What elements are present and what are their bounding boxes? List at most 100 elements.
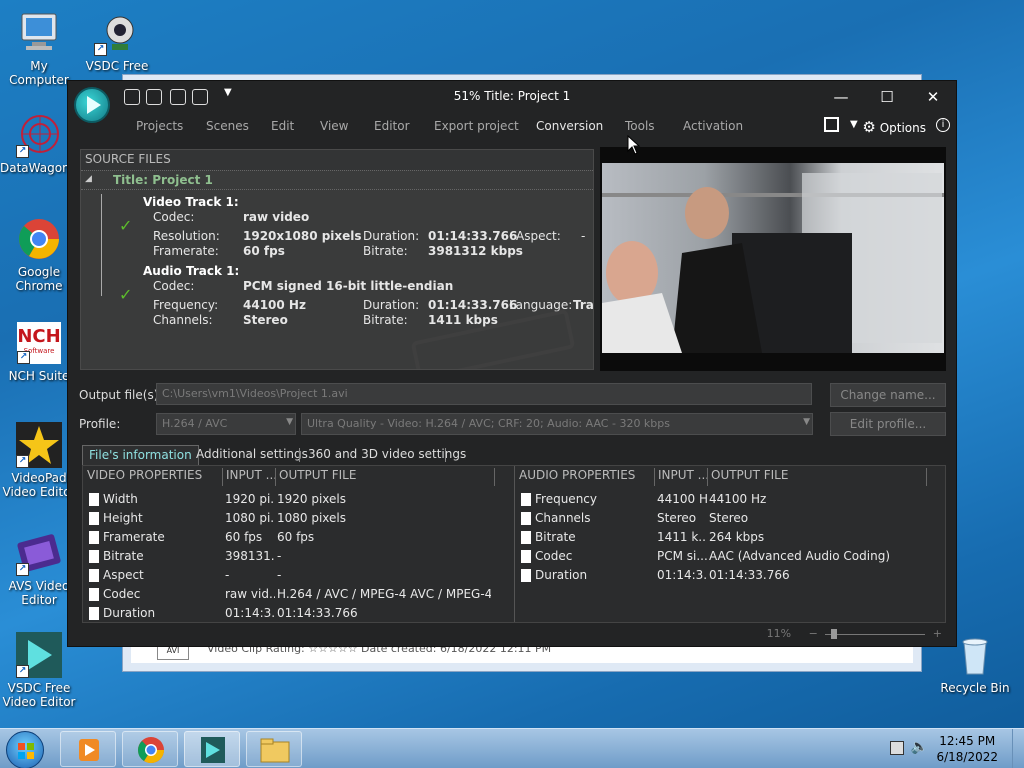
- recycle-bin-icon: [952, 632, 998, 678]
- document-icon: [89, 588, 99, 601]
- table-row[interactable]: Height 1080 pi...1080 pixels: [83, 509, 493, 528]
- cell-name: Bitrate: [535, 530, 576, 544]
- network-icon[interactable]: [890, 741, 904, 755]
- format-value: H.264 / AVC: [162, 417, 228, 430]
- audio-output-header[interactable]: OUTPUT FILE: [711, 468, 788, 488]
- system-clock[interactable]: 12:45 PM 6/18/2022: [936, 733, 998, 765]
- change-name-button[interactable]: Change name...: [830, 383, 946, 407]
- vsdc-icon: ↗: [16, 632, 62, 678]
- taskbar-chrome[interactable]: [122, 731, 178, 767]
- format-select[interactable]: H.264 / AVC ▼: [156, 413, 296, 435]
- zoom-control[interactable]: 11% − +: [767, 627, 942, 640]
- table-row[interactable]: Duration 01:14:3...01:14:33.766: [83, 604, 493, 623]
- output-path-field[interactable]: C:\Users\vm1\Videos\Project 1.avi: [156, 383, 812, 405]
- zoom-plus-icon[interactable]: +: [933, 627, 942, 640]
- collapse-triangle-icon[interactable]: ◢: [85, 174, 92, 184]
- menu-tools[interactable]: Tools: [625, 119, 655, 133]
- profile-preset-select[interactable]: Ultra Quality - Video: H.264 / AVC; CRF:…: [301, 413, 813, 435]
- menu-view[interactable]: View: [320, 119, 348, 133]
- zoom-slider-thumb[interactable]: [831, 628, 838, 639]
- shortcut-arrow-icon: ↗: [16, 455, 29, 468]
- document-icon: [89, 493, 99, 506]
- video-track-check-icon[interactable]: ✓: [119, 216, 132, 235]
- cell-input: 60 fps: [225, 530, 263, 544]
- maximize-button[interactable]: ☐: [870, 85, 904, 109]
- document-icon: [521, 550, 531, 563]
- video-properties-header[interactable]: VIDEO PROPERTIES: [87, 468, 202, 488]
- menu-export-project[interactable]: Export project: [434, 119, 519, 133]
- layout-dropdown-icon[interactable]: ▼: [850, 119, 858, 130]
- cell-name: Bitrate: [103, 549, 144, 563]
- cell-input: 398131...: [225, 549, 275, 563]
- cell-output: 44100 Hz: [709, 492, 767, 506]
- close-button[interactable]: ✕: [916, 85, 950, 109]
- table-row[interactable]: Frequency 44100 Hz44100 Hz: [515, 490, 925, 509]
- menu-projects[interactable]: Projects: [136, 119, 183, 133]
- edit-profile-button[interactable]: Edit profile...: [830, 412, 946, 436]
- options-button[interactable]: ⚙ Options: [862, 118, 926, 136]
- taskbar-explorer[interactable]: [246, 731, 302, 767]
- cell-name: Codec: [103, 587, 141, 601]
- volume-icon[interactable]: 🔈: [911, 739, 928, 755]
- framerate-label: Framerate:: [153, 244, 219, 258]
- menu-edit[interactable]: Edit: [271, 119, 294, 133]
- avs-film-icon: ↗: [16, 530, 62, 576]
- video-input-header[interactable]: INPUT ...: [226, 468, 277, 488]
- layout-icon[interactable]: [824, 117, 839, 132]
- audio-track-check-icon[interactable]: ✓: [119, 285, 132, 304]
- frequency-value: 44100 Hz: [243, 298, 306, 312]
- channels-label: Channels:: [153, 313, 213, 327]
- cell-output: H.264 / AVC / MPEG-4 AVC / MPEG-4 ...: [277, 587, 491, 601]
- menu-bar: Projects Scenes Edit View Editor Export …: [68, 115, 956, 139]
- desktop-icon-my-computer[interactable]: My Computer: [0, 10, 78, 87]
- table-row[interactable]: Framerate 60 fps 60 fps: [83, 528, 493, 547]
- tab-additional-settings[interactable]: Additional settings: [190, 445, 314, 465]
- start-button[interactable]: [6, 731, 44, 768]
- table-row[interactable]: Channels Stereo Stereo: [515, 509, 925, 528]
- framerate-value: 60 fps: [243, 244, 285, 258]
- aspect-value: -: [581, 229, 586, 243]
- options-label: Options: [879, 121, 926, 135]
- audio-properties-header[interactable]: AUDIO PROPERTIES: [519, 468, 635, 488]
- clock-date: 6/18/2022: [936, 750, 998, 764]
- table-row[interactable]: Width 1920 pi...1920 pixels: [83, 490, 493, 509]
- media-player-icon: [79, 739, 99, 761]
- desktop-icon-vsdc-video[interactable]: ↗ VSDC Free Video...: [78, 10, 156, 73]
- project-tree-item[interactable]: ◢ Title: Project 1: [81, 170, 593, 190]
- webcam-icon: ↗: [94, 10, 140, 56]
- table-row[interactable]: Bitrate 1411 k... 264 kbps: [515, 528, 925, 547]
- audio-codec-label: Codec:: [153, 279, 195, 293]
- menu-editor[interactable]: Editor: [374, 119, 410, 133]
- table-row[interactable]: Codec PCM si... AAC (Advanced Audio Coding…: [515, 547, 925, 566]
- video-frame: [602, 163, 944, 353]
- mouse-cursor-icon: [627, 135, 641, 155]
- tab-files-information[interactable]: File's information: [82, 445, 199, 465]
- video-codec-value: raw video: [243, 210, 310, 224]
- zoom-slider[interactable]: [825, 628, 926, 639]
- audio-input-header[interactable]: INPUT ...: [658, 468, 709, 488]
- menu-scenes[interactable]: Scenes: [206, 119, 249, 133]
- table-row[interactable]: Aspect - -: [83, 566, 493, 585]
- document-icon: [89, 531, 99, 544]
- cell-output: -: [277, 568, 282, 582]
- info-icon[interactable]: i: [936, 118, 950, 132]
- table-row[interactable]: Duration 01:14:3...01:14:33.766: [515, 566, 925, 585]
- document-icon: [521, 493, 531, 506]
- video-track-heading: Video Track 1:: [143, 195, 239, 209]
- minimize-button[interactable]: —: [824, 85, 858, 109]
- menu-conversion[interactable]: Conversion: [536, 119, 603, 133]
- menu-activation[interactable]: Activation: [683, 119, 743, 133]
- table-row[interactable]: Codec raw vid... H.264 / AVC / MPEG-4 AVC …: [83, 585, 493, 604]
- taskbar-media-player[interactable]: [60, 731, 116, 767]
- clock-time: 12:45 PM: [939, 734, 996, 748]
- video-output-header[interactable]: OUTPUT FILE: [279, 468, 356, 488]
- tab-360-3d-settings[interactable]: 360 and 3D video settings: [302, 445, 472, 465]
- dropdown-arrow-icon: ▼: [286, 417, 293, 427]
- desktop-icon-label: VSDC Free Video...: [85, 59, 149, 73]
- shortcut-arrow-icon: ↗: [16, 563, 29, 576]
- taskbar-vsdc[interactable]: [184, 731, 240, 767]
- show-desktop-button[interactable]: [1012, 729, 1024, 768]
- resolution-label: Resolution:: [153, 229, 220, 243]
- zoom-minus-icon[interactable]: −: [809, 627, 818, 640]
- table-row[interactable]: Bitrate 398131...-: [83, 547, 493, 566]
